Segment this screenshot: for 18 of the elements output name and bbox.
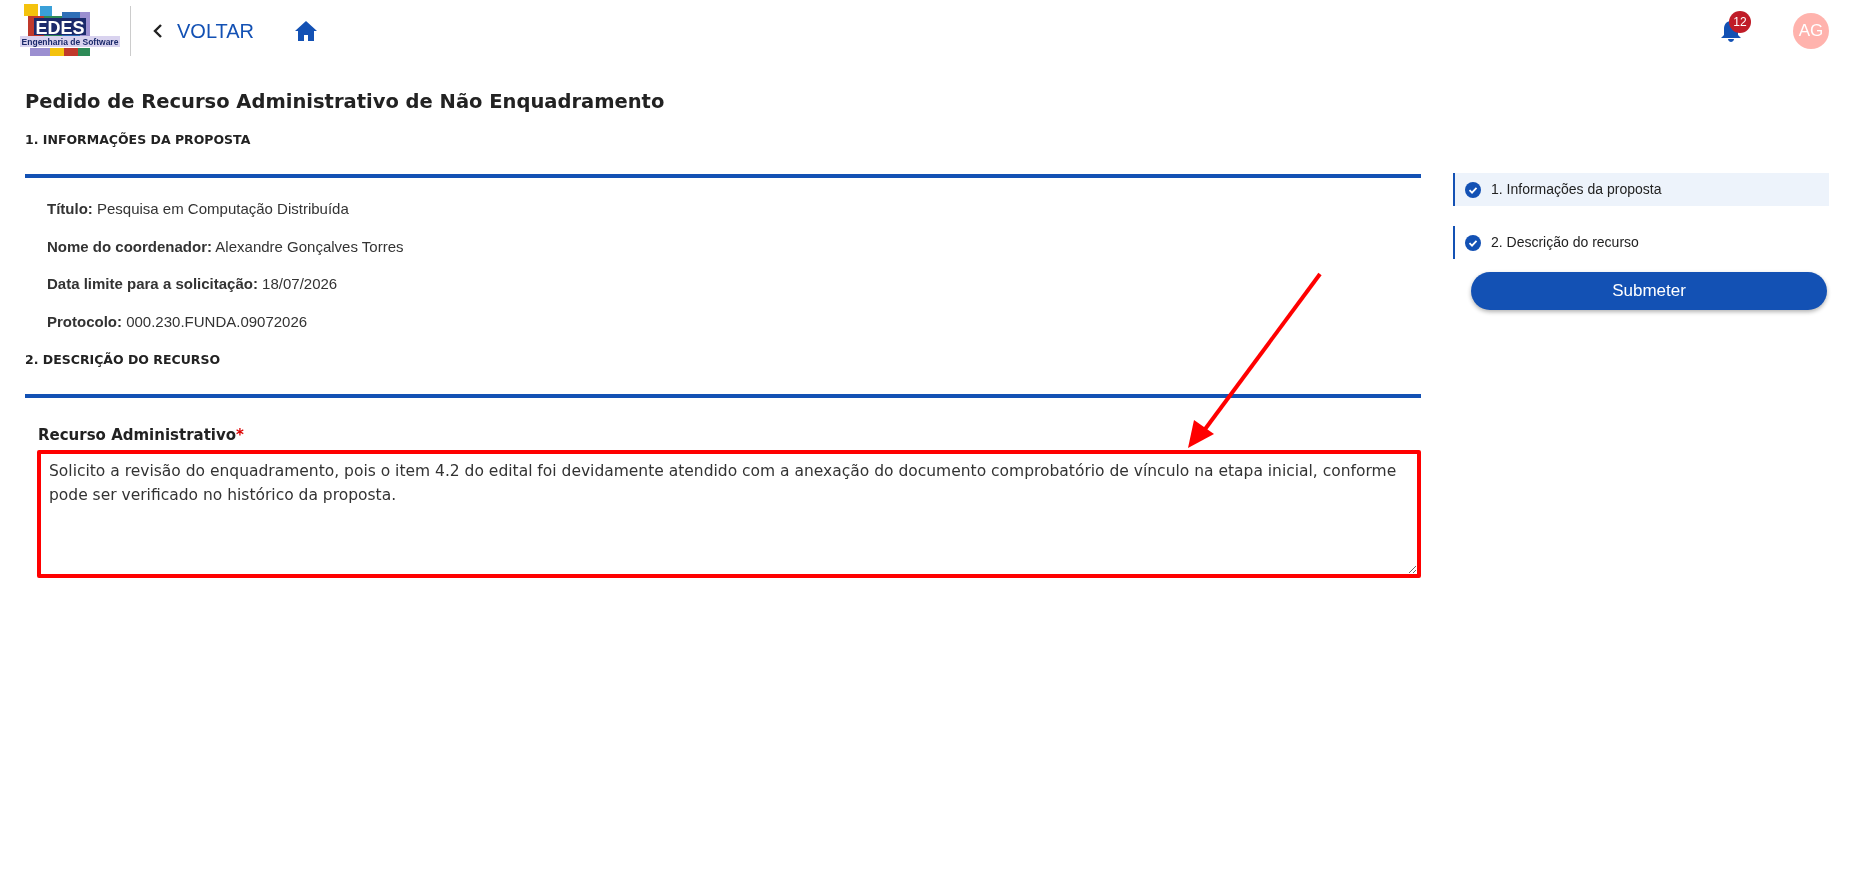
notification-count: 12 <box>1729 11 1751 33</box>
chevron-left-icon <box>153 24 163 38</box>
submit-button[interactable]: Submeter <box>1471 272 1827 311</box>
step-item[interactable]: 1. Informações da proposta <box>1453 173 1829 207</box>
page-title: Pedido de Recurso Administrativo de Não Enquadramento <box>25 90 666 114</box>
info-line: Nome do coordenador: Alexandre Gonçalves Torres <box>47 236 405 257</box>
section-heading: 2. DESCRIÇÃO DO RECURSO <box>25 351 222 370</box>
section-heading: 1. INFORMAÇÕES DA PROPOSTA <box>25 131 252 150</box>
required-asterisk: * <box>236 425 244 444</box>
home-icon[interactable] <box>294 20 319 42</box>
text-area[interactable]: Solicito a revisão do enquadramento, pois o item 4.2 do edital foi devidamente atendido com a anexação do documento comprobatório de vínculo na etapa inicial, conforme pode ser verificado no histórico da proposta. <box>37 450 1421 579</box>
logo: EDES Engenharia de Software <box>20 2 120 60</box>
step-item[interactable]: 2. Descrição do recurso <box>1453 226 1829 260</box>
info-line: Data limite para a solicitação: 18/07/2026 <box>47 274 339 295</box>
info-line: Título: Pesquisa em Computação Distribuída <box>47 199 350 220</box>
field-label: Recurso Administrativo* <box>38 424 245 446</box>
back-link[interactable]: VOLTAR <box>153 16 255 46</box>
info-line: Protocolo: 000.230.FUNDA.09072026 <box>47 311 309 332</box>
